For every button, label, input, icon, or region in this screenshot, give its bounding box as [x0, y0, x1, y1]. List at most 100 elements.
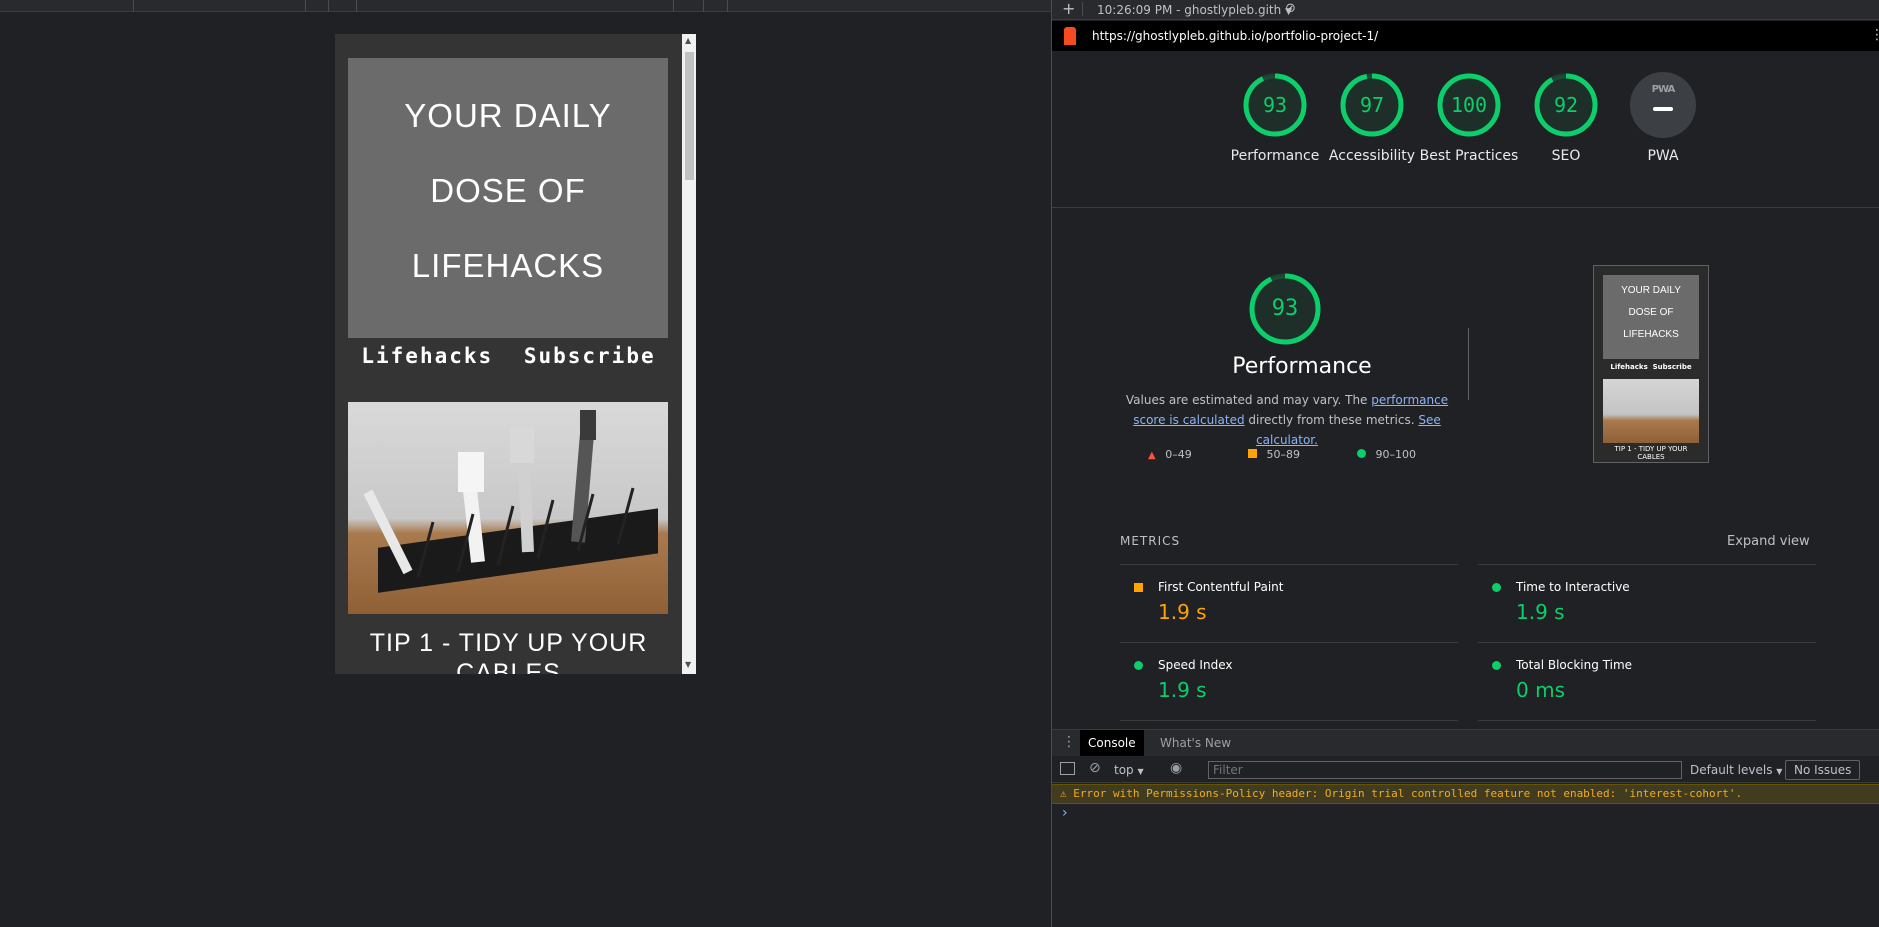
- preview-pane: YOUR DAILY DOSE OF LIFEHACKS Lifehacks S…: [0, 0, 1051, 927]
- note-text: Values are estimated and may vary. The: [1125, 393, 1372, 407]
- metric-value: 1.9 s: [1158, 678, 1207, 702]
- thumb-hero-line: DOSE OF: [1628, 307, 1674, 318]
- tab-whats-new[interactable]: What's New: [1152, 730, 1239, 756]
- mobile-viewport[interactable]: YOUR DAILY DOSE OF LIFEHACKS Lifehacks S…: [335, 34, 696, 674]
- console-filter-input[interactable]: [1208, 761, 1682, 779]
- scrollbar-thumb[interactable]: [685, 52, 694, 180]
- eye-icon[interactable]: ◉: [1170, 760, 1182, 776]
- pwa-badge: [1630, 72, 1696, 138]
- metric-value: 1.9 s: [1516, 600, 1565, 624]
- gauge-label: SEO: [1551, 148, 1581, 164]
- console-toolbar: ⊘ top ▼ ◉ Default levels ▼ No Issues: [1052, 757, 1879, 783]
- triangle-icon: ▲: [1148, 450, 1156, 461]
- thumb-hero-line: LIFEHACKS: [1623, 329, 1679, 340]
- nav-link-subscribe[interactable]: Subscribe: [524, 344, 656, 368]
- report-selector[interactable]: 10:26:09 PM - ghostlypleb.gith ▼: [1097, 2, 1292, 20]
- warning-icon: ⚠: [1060, 787, 1067, 800]
- final-screenshot-thumbnail[interactable]: YOUR DAILY DOSE OF LIFEHACKS Lifehacks S…: [1593, 265, 1709, 463]
- circle-icon: [1492, 583, 1501, 592]
- gauge-score: 97: [1359, 93, 1385, 117]
- metric-name: Time to Interactive: [1516, 580, 1630, 594]
- thumb-tip: TIP 1 - TIDY UP YOUR CABLES: [1614, 445, 1688, 459]
- tab-console[interactable]: Console: [1080, 730, 1144, 756]
- square-icon: [1134, 583, 1143, 592]
- best-practices-gauge[interactable]: 100: [1436, 72, 1502, 138]
- performance-gauge[interactable]: 93: [1242, 72, 1308, 138]
- lighthouse-toolbar: + 10:26:09 PM - ghostlypleb.gith ▼ ⊘: [1052, 0, 1879, 20]
- circle-icon: [1357, 449, 1366, 458]
- levels-label: Default levels: [1690, 763, 1773, 777]
- metric-value: 1.9 s: [1158, 600, 1207, 624]
- devtools-pane: + 10:26:09 PM - ghostlypleb.gith ▼ ⊘ htt…: [1052, 0, 1879, 927]
- section-divider: [1052, 207, 1879, 208]
- lighthouse-icon: [1064, 27, 1076, 45]
- performance-title: Performance: [1232, 354, 1372, 379]
- thumb-nav: Lifehacks Subscribe: [1610, 363, 1692, 371]
- report-url-bar: https://ghostlypleb.github.io/portfolio-…: [1052, 21, 1879, 51]
- warning-text: Error with Permissions-Policy header: Or…: [1073, 787, 1743, 800]
- gauge-label: Performance: [1230, 148, 1320, 164]
- nav-link-lifehacks[interactable]: Lifehacks: [361, 344, 493, 368]
- legend-pass: 90–100: [1357, 448, 1416, 461]
- vertical-divider: [1468, 328, 1469, 400]
- drawer-tabs: ⋮ Console What's New: [1052, 729, 1879, 756]
- performance-note: Values are estimated and may vary. The p…: [1122, 390, 1452, 450]
- thumb-photo: [1603, 379, 1699, 443]
- levels-dropdown[interactable]: Default levels ▼: [1690, 763, 1782, 777]
- console-warning: ⚠ Error with Permissions-Policy header: …: [1052, 784, 1879, 804]
- pwa-gauge[interactable]: PWA: [1630, 72, 1696, 138]
- accessibility-gauge[interactable]: 97: [1339, 72, 1405, 138]
- hero-banner: YOUR DAILY DOSE OF LIFEHACKS: [348, 58, 668, 338]
- cables-photo: [348, 402, 668, 614]
- report-url[interactable]: https://ghostlypleb.github.io/portfolio-…: [1092, 29, 1378, 43]
- gauge-label: Best Practices: [1419, 148, 1519, 164]
- new-report-icon[interactable]: +: [1062, 0, 1075, 18]
- chevron-down-icon: ▼: [1776, 767, 1783, 776]
- metric-divider: [1478, 720, 1816, 721]
- metric-name: Speed Index: [1158, 658, 1233, 672]
- clear-console-icon[interactable]: ⊘: [1089, 760, 1101, 776]
- metric-name: Total Blocking Time: [1516, 658, 1633, 672]
- gauge-label: PWA: [1647, 148, 1679, 164]
- site-nav: Lifehacks Subscribe: [335, 344, 682, 368]
- gauge-label: Accessibility: [1328, 148, 1416, 164]
- tip-title: TIP 1 - TIDY UP YOUR CABLES: [369, 629, 648, 674]
- report-timestamp: 10:26:09 PM - ghostlypleb.gith: [1097, 3, 1282, 17]
- thumb-hero-line: YOUR DAILY: [1621, 285, 1681, 296]
- gauge-score: 92: [1553, 93, 1579, 117]
- context-selector[interactable]: top ▼: [1114, 763, 1144, 777]
- metric-name: First Contentful Paint: [1158, 580, 1284, 594]
- context-label: top: [1114, 763, 1134, 777]
- hero-line: LIFEHACKS: [411, 247, 605, 284]
- metrics-header: METRICS: [1120, 534, 1181, 548]
- legend-label: 90–100: [1375, 448, 1417, 461]
- thumb-hero: YOUR DAILY DOSE OF LIFEHACKS: [1603, 275, 1699, 359]
- scroll-down-arrow-icon[interactable]: ▼: [685, 660, 691, 669]
- sidebar-toggle-icon[interactable]: [1060, 762, 1075, 775]
- preview-toolbar: [0, 0, 1051, 12]
- clear-icon[interactable]: ⊘: [1285, 1, 1296, 17]
- issues-button[interactable]: No Issues: [1785, 760, 1861, 780]
- gauge-score: 93: [1271, 296, 1299, 321]
- gauge-score: 100: [1450, 93, 1488, 117]
- metric-divider: [1120, 720, 1458, 721]
- metric-divider: [1120, 564, 1458, 565]
- circle-icon: [1134, 661, 1143, 670]
- hero-line: DOSE OF: [430, 172, 586, 209]
- more-vert-icon[interactable]: ⋮: [1870, 27, 1879, 43]
- drawer-menu-icon[interactable]: ⋮: [1062, 734, 1076, 750]
- performance-detail-gauge: 93: [1248, 272, 1322, 346]
- legend-label: 0–49: [1165, 448, 1192, 461]
- scroll-up-arrow-icon[interactable]: ▲: [685, 36, 691, 45]
- metric-value: 0 ms: [1516, 678, 1565, 702]
- expand-view-toggle[interactable]: Expand view: [1727, 534, 1810, 549]
- circle-icon: [1492, 661, 1501, 670]
- cables-photo-illustration: [363, 410, 658, 593]
- pwa-badge-text: PWA: [1651, 84, 1676, 95]
- console-prompt-icon[interactable]: ›: [1062, 805, 1068, 821]
- note-text: directly from these metrics.: [1244, 413, 1419, 427]
- seo-gauge[interactable]: 92: [1533, 72, 1599, 138]
- legend-average: 50–89: [1248, 448, 1300, 461]
- pwa-dash-icon: [1653, 107, 1673, 111]
- metric-divider: [1478, 642, 1816, 643]
